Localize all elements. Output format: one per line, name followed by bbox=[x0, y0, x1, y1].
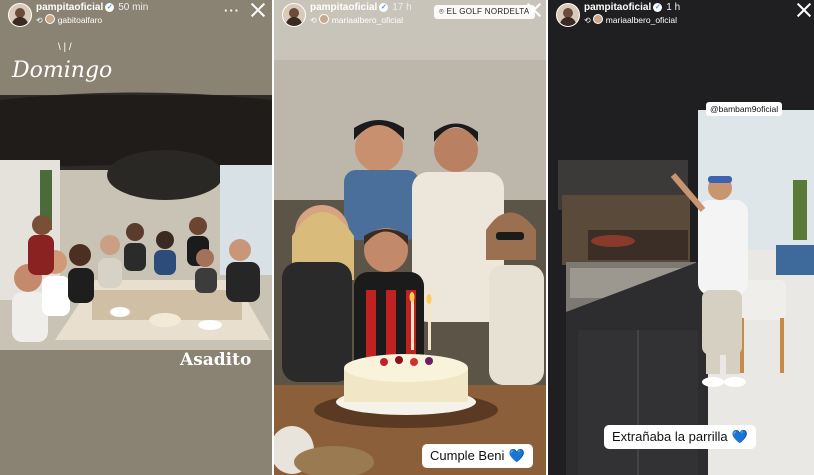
story-panel-3[interactable]: pampitaoficial ✓ 1 h ⟲ mariaalbero_oficial … bbox=[548, 0, 814, 475]
more-options-icon[interactable]: ··· bbox=[224, 3, 240, 18]
username[interactable]: pampitaoficial ✓ 17 h bbox=[310, 2, 412, 13]
close-icon[interactable] bbox=[250, 2, 266, 18]
caption-sticker-cumple-beni: Cumple Beni 💙 bbox=[422, 444, 533, 468]
verified-badge-icon: ✓ bbox=[653, 3, 663, 12]
mini-avatar bbox=[318, 14, 329, 24]
blue-heart-icon: 💙 bbox=[731, 429, 748, 444]
location-sticker[interactable]: ⌾ EL GOLF NORDELTA bbox=[434, 5, 535, 19]
mini-avatar bbox=[592, 14, 603, 24]
username[interactable]: pampitaoficial ✓ 50 min bbox=[36, 2, 148, 13]
avatar[interactable] bbox=[556, 3, 580, 27]
story-header-1: pampitaoficial ✓ 50 min ⟲ gabitoalfaro ··· bbox=[0, 0, 272, 34]
avatar[interactable] bbox=[8, 3, 32, 27]
story-photo-grill bbox=[548, 0, 814, 475]
story-time: 1 h bbox=[666, 2, 681, 13]
avatar[interactable] bbox=[282, 3, 306, 27]
mention-tag[interactable]: @bambam9oficial bbox=[706, 102, 783, 116]
close-icon[interactable] bbox=[796, 2, 812, 18]
story-text-domingo: Domingo bbox=[12, 58, 113, 83]
caption-sticker-parrilla: Extrañaba la parrilla 💙 bbox=[604, 425, 756, 449]
close-icon[interactable] bbox=[526, 2, 542, 18]
mini-avatar bbox=[44, 14, 55, 24]
repost-source[interactable]: ⟲ gabitoalfaro bbox=[36, 14, 102, 25]
verified-badge-icon: ✓ bbox=[379, 3, 389, 12]
story-header-2: pampitaoficial ✓ 17 h ⟲ mariaalbero_oficial… bbox=[274, 0, 546, 34]
verified-badge-icon: ✓ bbox=[105, 3, 115, 12]
story-header-3: pampitaoficial ✓ 1 h ⟲ mariaalbero_oficial bbox=[548, 0, 814, 34]
repost-icon: ⟲ bbox=[584, 16, 591, 25]
story-time: 17 h bbox=[392, 2, 412, 13]
story-panel-2[interactable]: pampitaoficial ✓ 17 h ⟲ mariaalbero_oficial… bbox=[274, 0, 546, 475]
sparkle-decoration-icon: \ | / bbox=[58, 42, 72, 53]
story-time: 50 min bbox=[118, 2, 149, 13]
story-photo-birthday bbox=[274, 0, 546, 475]
repost-source[interactable]: ⟲ mariaalbero_oficial bbox=[310, 14, 403, 25]
username[interactable]: pampitaoficial ✓ 1 h bbox=[584, 2, 680, 13]
repost-icon: ⟲ bbox=[310, 16, 317, 25]
blue-heart-icon: 💙 bbox=[508, 448, 525, 463]
location-pin-icon: ⌾ bbox=[439, 7, 447, 16]
repost-source[interactable]: ⟲ mariaalbero_oficial bbox=[584, 14, 677, 25]
repost-icon: ⟲ bbox=[36, 16, 43, 25]
story-panel-1[interactable]: \ | / Domingo Asadito pampitaoficial ✓ 50 … bbox=[0, 0, 272, 475]
story-text-asadito: Asadito bbox=[180, 350, 252, 370]
